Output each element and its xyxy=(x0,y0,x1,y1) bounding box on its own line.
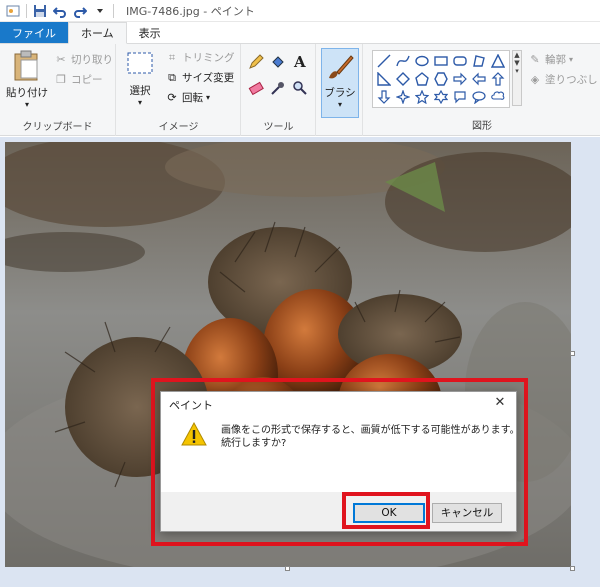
chevron-down-icon: ▾ xyxy=(337,100,342,109)
clipboard-group-label: クリップボード xyxy=(22,122,93,133)
copy-icon: ❐ xyxy=(56,72,66,86)
customize-toolbar-icon[interactable] xyxy=(93,4,107,18)
paint-app-icon xyxy=(6,5,20,16)
copy-label: コピー xyxy=(71,74,103,86)
right-arrow-shape-icon[interactable] xyxy=(450,70,469,88)
magnifier-icon[interactable] xyxy=(292,80,308,96)
outline-pen-icon: ✎ xyxy=(530,52,540,66)
close-icon[interactable]: ✕ xyxy=(492,395,508,411)
outline-button[interactable]: ✎ 輪郭 ▾ xyxy=(528,52,573,67)
ribbon-tabs: ファイル ホーム 表示 xyxy=(0,22,600,44)
brushes-group: ブラシ ▾ xyxy=(317,44,363,136)
select-label: 選択 xyxy=(129,85,151,97)
title-bar: IMG-7486.jpg - ペイント xyxy=(0,0,600,22)
fill-button[interactable]: ◈ 塗りつぶし xyxy=(528,72,598,87)
oval-callout-shape-icon[interactable] xyxy=(469,88,488,106)
canvas-resize-handle-corner[interactable] xyxy=(570,566,575,571)
tools-group-label: ツール xyxy=(263,122,294,133)
crop-label: トリミング xyxy=(182,52,235,64)
redo-icon[interactable] xyxy=(73,4,87,18)
shapes-gallery-scrollbar[interactable]: ▲ ▼ ▾ xyxy=(512,50,522,106)
four-point-star-shape-icon[interactable] xyxy=(393,88,412,106)
brush-icon xyxy=(329,55,354,79)
undo-icon[interactable] xyxy=(53,4,67,18)
image-group: 選択 ▾ ⌗ トリミング ⧉ サイズ変更 ⟳ 回転 ▾ イメージ xyxy=(117,44,241,136)
shapes-group-label: 図形 xyxy=(472,121,492,132)
tools-group: A ツール xyxy=(242,44,316,136)
crop-button[interactable]: ⌗ トリミング xyxy=(165,50,235,65)
resize-label: サイズ変更 xyxy=(182,72,235,84)
tab-home[interactable]: ホーム xyxy=(68,22,127,44)
save-icon[interactable] xyxy=(33,4,47,18)
cut-button[interactable]: ✂ 切り取り xyxy=(54,52,113,67)
toolbar-separator xyxy=(26,3,27,18)
chevron-down-icon: ▾ xyxy=(206,93,211,102)
fill-label: 塗りつぶし xyxy=(545,74,598,86)
cancel-button[interactable]: キャンセル xyxy=(432,503,502,523)
select-button[interactable]: 選択 ▾ xyxy=(123,50,157,107)
toolbar-separator xyxy=(113,3,114,18)
down-arrow-shape-icon[interactable] xyxy=(374,88,393,106)
svg-text:A: A xyxy=(293,53,306,69)
tab-view[interactable]: 表示 xyxy=(127,22,173,43)
chevron-down-icon: ▾ xyxy=(24,100,29,109)
dialog-title: ペイント xyxy=(169,399,213,412)
image-group-label: イメージ xyxy=(158,122,199,133)
warning-icon xyxy=(181,422,207,446)
oval-shape-icon[interactable] xyxy=(412,52,431,70)
crop-icon: ⌗ xyxy=(168,50,176,64)
clipboard-icon xyxy=(14,50,38,81)
ok-button-highlight-frame xyxy=(342,492,430,529)
fill-bucket-icon[interactable] xyxy=(270,54,286,70)
window-title: IMG-7486.jpg - ペイント xyxy=(126,4,255,18)
cut-label: 切り取り xyxy=(71,54,113,66)
right-triangle-shape-icon[interactable] xyxy=(374,70,393,88)
brushes-button[interactable]: ブラシ ▾ xyxy=(321,48,359,118)
resize-button[interactable]: ⧉ サイズ変更 xyxy=(165,70,234,85)
pencil-icon[interactable] xyxy=(248,54,264,70)
canvas-resize-handle-right[interactable] xyxy=(570,351,575,356)
copy-button[interactable]: ❐ コピー xyxy=(54,72,103,87)
rectangle-shape-icon[interactable] xyxy=(431,52,450,70)
scissors-icon: ✂ xyxy=(56,52,66,66)
color-picker-icon[interactable] xyxy=(270,80,286,96)
triangle-shape-icon[interactable] xyxy=(488,52,507,70)
shapes-gallery xyxy=(372,50,510,108)
left-arrow-shape-icon[interactable] xyxy=(469,70,488,88)
line-shape-icon[interactable] xyxy=(374,52,393,70)
rotate-label: 回転 xyxy=(182,92,203,104)
eraser-icon[interactable] xyxy=(248,80,264,96)
brushes-label: ブラシ xyxy=(324,87,356,99)
rotate-button[interactable]: ⟳ 回転 ▾ xyxy=(165,90,210,105)
five-point-star-shape-icon[interactable] xyxy=(412,88,431,106)
select-rectangle-icon xyxy=(127,52,153,74)
dialog-message-line2: 続行しますか? xyxy=(221,438,287,449)
resize-icon: ⧉ xyxy=(168,70,176,84)
ribbon: 貼り付け ▾ ✂ 切り取り ❐ コピー クリップボード 選択 ▾ ⌗ トリミング… xyxy=(0,44,600,136)
up-arrow-shape-icon[interactable] xyxy=(488,70,507,88)
text-tool-icon[interactable]: A xyxy=(292,53,308,69)
pentagon-shape-icon[interactable] xyxy=(412,70,431,88)
canvas-resize-handle-bottom[interactable] xyxy=(285,566,290,571)
save-warning-dialog: ペイント ✕ 画像をこの形式で保存すると、画質が低下する可能性があります。 続行… xyxy=(160,391,520,532)
rounded-rectangle-shape-icon[interactable] xyxy=(450,52,469,70)
polygon-shape-icon[interactable] xyxy=(469,52,488,70)
diamond-shape-icon[interactable] xyxy=(393,70,412,88)
cloud-callout-shape-icon[interactable] xyxy=(488,88,507,106)
tab-file[interactable]: ファイル xyxy=(0,22,68,43)
outline-label: 輪郭 xyxy=(545,54,566,66)
chevron-down-icon: ▾ xyxy=(569,55,574,64)
hexagon-shape-icon[interactable] xyxy=(431,70,450,88)
fill-icon: ◈ xyxy=(530,72,540,86)
curve-shape-icon[interactable] xyxy=(393,52,412,70)
clipboard-group: 貼り付け ▾ ✂ 切り取り ❐ コピー クリップボード xyxy=(0,44,116,136)
paste-button[interactable]: 貼り付け ▾ xyxy=(6,50,48,109)
paste-label: 貼り付け xyxy=(6,87,48,99)
dialog-footer: OK キャンセル xyxy=(161,492,516,531)
rounded-callout-shape-icon[interactable] xyxy=(450,88,469,106)
rotate-icon: ⟳ xyxy=(167,90,177,104)
chevron-down-icon: ▾ xyxy=(137,98,142,107)
six-point-star-shape-icon[interactable] xyxy=(431,88,450,106)
